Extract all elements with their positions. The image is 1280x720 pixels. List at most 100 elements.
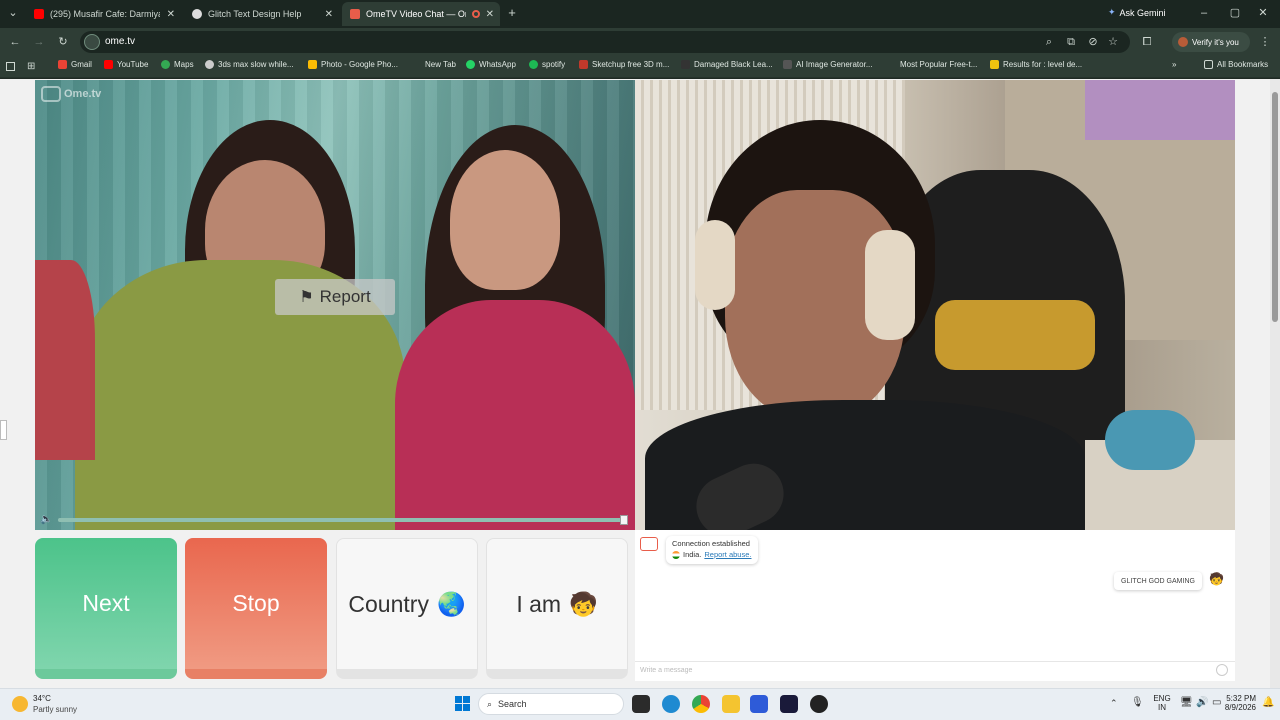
apps-icon[interactable]: ⊞ [27, 61, 35, 72]
reload-icon[interactable]: ↻ [56, 35, 70, 49]
tab-youtube[interactable]: (295) Musafir Cafe: Darmiyaan | ✕ [26, 2, 181, 26]
site-info-icon[interactable] [84, 34, 100, 50]
camera-icon [41, 86, 61, 102]
store-icon[interactable] [750, 695, 768, 713]
side-tab[interactable] [0, 420, 7, 440]
bookmark-gmail[interactable]: Gmail [58, 60, 92, 69]
forward-icon[interactable]: → [32, 35, 46, 49]
volume-slider-handle[interactable] [620, 515, 628, 525]
page-icon [681, 60, 690, 69]
chat-input[interactable] [635, 661, 1235, 681]
sketchup-icon [579, 60, 588, 69]
tab-glitch[interactable]: Glitch Text Design Help ✕ [184, 2, 339, 26]
bookmark-most-popular[interactable]: Most Popular Free-t... [887, 60, 977, 69]
folder-icon [1204, 60, 1213, 69]
scrollbar-thumb[interactable] [1272, 92, 1278, 322]
bookmark-photos[interactable]: Photo - Google Pho... [308, 60, 398, 69]
new-tab-button[interactable]: + [505, 6, 519, 20]
close-icon[interactable]: ✕ [167, 9, 175, 20]
bookmark-3ds[interactable]: 3ds max slow while... [205, 60, 294, 69]
i-am-button[interactable]: I am 🧒 [486, 538, 628, 679]
maximize-icon[interactable]: ▢ [1228, 6, 1242, 20]
clock[interactable]: 5:32 PM 8/9/2026 [1220, 694, 1256, 712]
volume-icon[interactable]: 🔈 [40, 514, 52, 525]
person-top [395, 300, 635, 530]
next-button[interactable]: Next [35, 538, 177, 679]
youtube-icon [34, 9, 44, 19]
tab-ometv[interactable]: OmeTV Video Chat — Ome ✕ [342, 2, 500, 26]
chrome-icon[interactable] [692, 695, 710, 713]
address-bar[interactable] [80, 31, 1130, 53]
self-video [635, 80, 1235, 530]
close-icon[interactable]: ✕ [325, 9, 333, 20]
gmail-icon [58, 60, 67, 69]
tab-strip: ⌄ (295) Musafir Cafe: Darmiyaan | ✕ Glit… [0, 0, 1280, 28]
chevron-up-icon[interactable]: ⌃ [1110, 698, 1118, 709]
person-face [450, 150, 560, 290]
ask-gemini-button[interactable]: ✦ Ask Gemini [1108, 7, 1166, 18]
file-explorer-icon[interactable] [722, 695, 740, 713]
bookmark-results[interactable]: Results for : level de... [990, 60, 1082, 69]
temperature[interactable]: 34°C [33, 694, 51, 703]
volume-slider[interactable] [58, 518, 625, 522]
globe-icon: 🌏 [436, 590, 466, 617]
flag-icon: ⚑ [299, 289, 314, 306]
minimize-icon[interactable]: – [1197, 6, 1211, 20]
task-view-icon[interactable] [632, 695, 650, 713]
bookmark-youtube[interactable]: YouTube [104, 60, 148, 69]
microphone-icon[interactable]: 🎙 [1131, 697, 1144, 708]
photos-icon [308, 60, 317, 69]
all-bookmarks-button[interactable]: All Bookmarks [1204, 60, 1268, 69]
ometv-logo: Ome.tv [41, 86, 101, 102]
back-icon[interactable]: ← [8, 35, 22, 49]
weather-icon[interactable] [12, 696, 28, 712]
user-tag: GLITCH GOD GAMING [1114, 572, 1202, 590]
maps-icon [161, 60, 170, 69]
davinci-icon[interactable] [810, 695, 828, 713]
youtube-icon [104, 60, 113, 69]
bookmark-damaged[interactable]: Damaged Black Lea... [681, 60, 773, 69]
eye-off-icon[interactable]: ⊘ [1086, 35, 1100, 49]
ometv-logo-icon [640, 537, 658, 551]
poster [1085, 80, 1235, 140]
language-indicator[interactable]: ENG IN [1153, 694, 1171, 712]
blank-icon [887, 60, 896, 69]
weather-text[interactable]: Partly sunny [33, 705, 77, 714]
cast-icon[interactable]: ⧉ [1064, 35, 1078, 49]
india-flag-icon [672, 550, 680, 559]
edge-icon[interactable] [662, 695, 680, 713]
ometv-icon [350, 9, 360, 19]
url-text[interactable]: ome.tv [105, 36, 135, 47]
bookmark-sketchup[interactable]: Sketchup free 3D m... [579, 60, 669, 69]
star-icon[interactable]: ☆ [1106, 35, 1120, 49]
boy-icon: 🧒 [569, 590, 598, 617]
windows-start-icon[interactable] [455, 696, 471, 712]
extensions-icon[interactable]: ⧠ [1140, 35, 1154, 49]
country-button[interactable]: Country 🌏 [336, 538, 478, 679]
page-icon [783, 60, 792, 69]
emoji-icon[interactable] [1216, 664, 1228, 676]
network-icon[interactable]: 🖥 [1180, 697, 1193, 708]
window-close-icon[interactable]: ✕ [1256, 6, 1270, 20]
zoom-icon[interactable]: ⌕ [1042, 35, 1056, 49]
app-icon[interactable] [780, 695, 798, 713]
taskbar-search[interactable]: ⌕ Search [478, 693, 624, 715]
bookmark-maps[interactable]: Maps [161, 60, 194, 69]
menu-icon[interactable]: ⋮ [1258, 35, 1272, 49]
close-icon[interactable]: ✕ [486, 9, 494, 20]
report-abuse-link[interactable]: Report abuse. [704, 550, 751, 559]
more-bookmarks-icon[interactable]: » [1172, 60, 1176, 69]
bookmark-whatsapp[interactable]: WhatsApp [466, 60, 516, 69]
recording-icon [472, 10, 480, 18]
speaker-icon[interactable]: 🔊 [1196, 697, 1208, 708]
sidebar-icon[interactable] [6, 62, 15, 71]
tab-search-icon[interactable]: ⌄ [6, 6, 20, 20]
bookmark-newtab[interactable]: New Tab [412, 60, 456, 69]
report-button[interactable]: ⚑ Report [275, 279, 395, 315]
verify-button[interactable]: Verify it's you [1172, 32, 1250, 52]
bookmark-spotify[interactable]: spotify [529, 60, 565, 69]
bookmark-ai-image[interactable]: AI Image Generator... [783, 60, 872, 69]
teal-pillow [1105, 410, 1195, 470]
stop-button[interactable]: Stop [185, 538, 327, 679]
notification-icon[interactable]: 🔔 [1262, 697, 1274, 708]
